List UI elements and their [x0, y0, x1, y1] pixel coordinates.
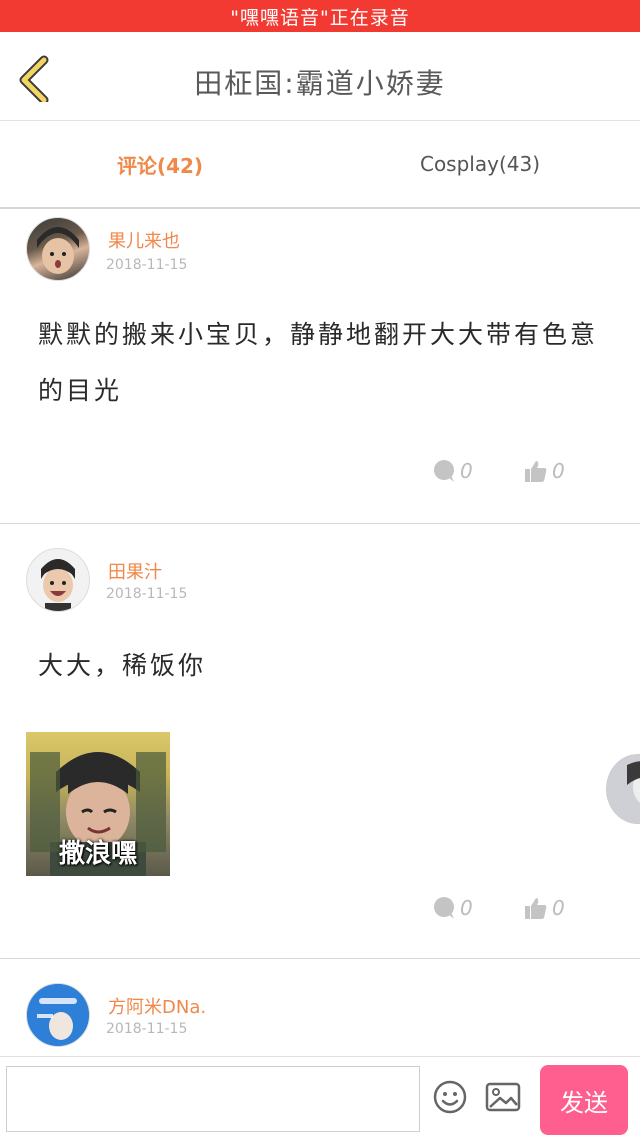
- avatar-image: [37, 227, 79, 274]
- avatar-image: [41, 559, 75, 611]
- page-title: 田柾国:霸道小娇妻: [194, 67, 446, 100]
- tab-comments[interactable]: 评论(42): [0, 121, 320, 207]
- thumbs-up-icon: [525, 898, 547, 919]
- avatar[interactable]: [26, 548, 90, 612]
- like-count: 0: [552, 896, 565, 920]
- send-button[interactable]: 发送: [540, 1065, 628, 1135]
- sticker-caption: 撒浪嘿: [58, 839, 137, 869]
- like-button[interactable]: 0: [524, 896, 565, 920]
- comment-input[interactable]: [6, 1066, 420, 1132]
- tab-cosplay[interactable]: Cosplay(43): [320, 121, 640, 207]
- comment-author[interactable]: 果儿来也: [108, 227, 180, 253]
- header: 田柾国:霸道小娇妻: [0, 32, 640, 121]
- comment-item: 果儿来也 2018-11-15 默默的搬来小宝贝，静静地翻开大大带有色意的目光 …: [0, 209, 640, 524]
- smiley-icon: [433, 1080, 467, 1114]
- reply-count: 0: [460, 459, 473, 483]
- comment-text: 默默的搬来小宝贝，静静地翻开大大带有色意的目光: [38, 320, 599, 405]
- comment-item: 田果汁 2018-11-15 大大，稀饭你 撒浪嘿 0 0: [0, 524, 640, 959]
- image-icon: [485, 1082, 521, 1112]
- thumbs-up-icon: [525, 461, 547, 482]
- recording-status-bar: "嘿嘿语音"正在录音: [0, 0, 640, 32]
- comment-composer: 发送: [0, 1056, 640, 1139]
- comment-item: 方阿米DNa. 2018-11-15: [0, 959, 640, 1055]
- like-count: 0: [552, 459, 565, 483]
- comment-text: 大大，稀饭你: [38, 651, 207, 680]
- comment-author[interactable]: 方阿米DNa.: [108, 993, 206, 1019]
- like-button[interactable]: 0: [524, 459, 565, 483]
- comment-date: 2018-11-15: [106, 1021, 188, 1037]
- comment-author[interactable]: 田果汁: [108, 558, 162, 584]
- avatar[interactable]: [26, 217, 90, 281]
- reply-button[interactable]: 0: [432, 896, 473, 920]
- comment-date: 2018-11-15: [106, 586, 188, 602]
- avatar-image: [27, 984, 89, 1046]
- sticker-image[interactable]: 撒浪嘿: [26, 732, 170, 876]
- reply-count: 0: [460, 896, 473, 920]
- comment-date: 2018-11-15: [106, 257, 188, 273]
- reply-button[interactable]: 0: [432, 459, 473, 483]
- tab-bar: 评论(42) Cosplay(43): [0, 121, 640, 209]
- comment-bubble-icon: [434, 897, 454, 919]
- comment-bubble-icon: [434, 460, 454, 482]
- emoji-button[interactable]: [432, 1079, 472, 1119]
- image-button[interactable]: [484, 1079, 524, 1119]
- recording-text: "嘿嘿语音"正在录音: [230, 6, 410, 29]
- avatar[interactable]: [26, 983, 90, 1047]
